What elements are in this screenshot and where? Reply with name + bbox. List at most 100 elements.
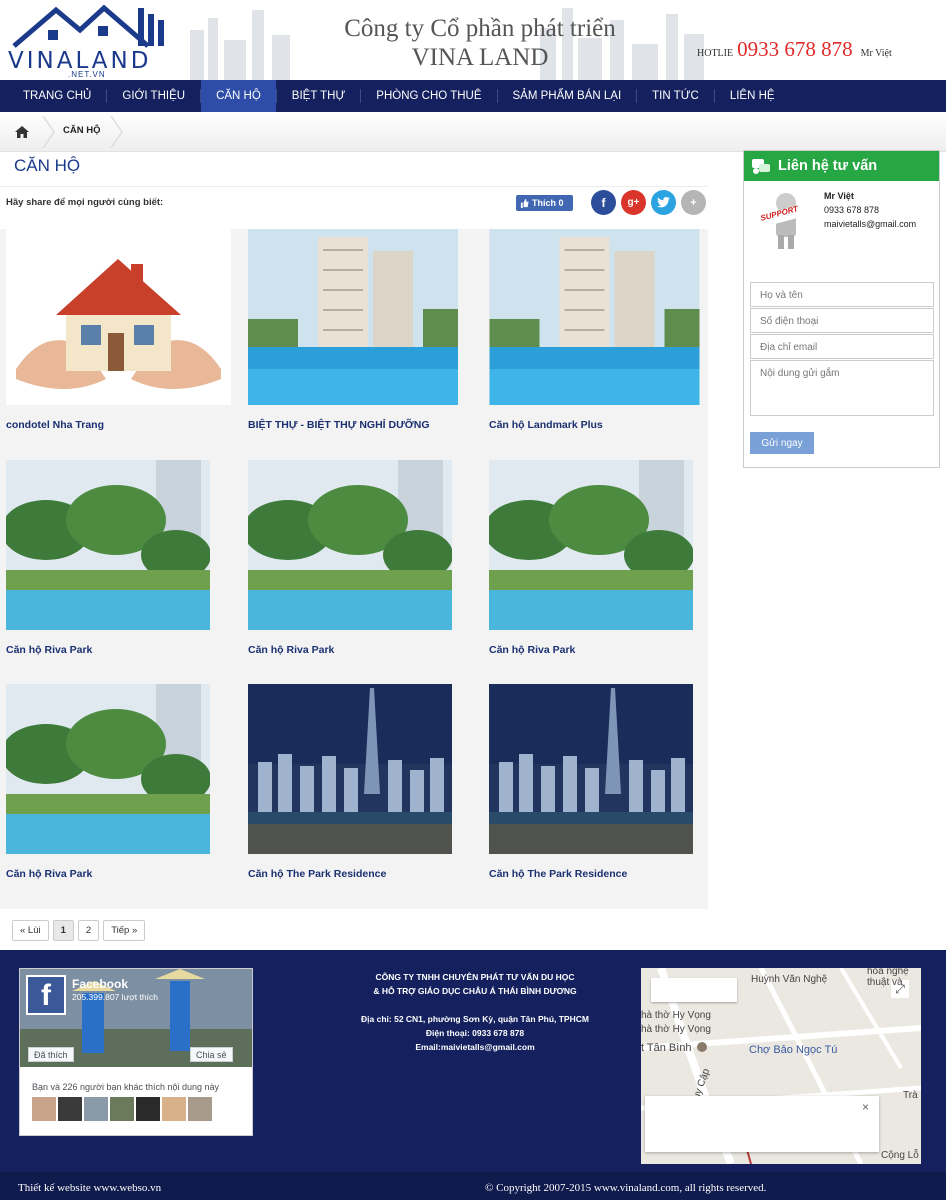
product-title[interactable]: Căn hộ Riva Park (6, 868, 210, 884)
contact-phone[interactable]: 0933 678 878 (824, 203, 916, 217)
share-prompt: Hãy share để mọi người cùng biết: (6, 197, 164, 208)
product-title[interactable]: Căn hộ Riva Park (489, 644, 693, 660)
product-card[interactable]: Căn hộ Riva Park (6, 684, 210, 884)
product-image-pool-tower[interactable] (489, 229, 700, 405)
map-label: Trà (903, 1090, 918, 1101)
nav-item-villas[interactable]: BIỆT THỰ (277, 80, 361, 112)
site-header: VINALAND .NET.VN Công ty Cổ phần phát tr… (0, 0, 946, 80)
map-pin-icon[interactable] (697, 1042, 707, 1052)
product-title[interactable]: Căn hộ The Park Residence (489, 868, 693, 884)
contact-name: Mr Việt (824, 191, 854, 201)
sidebar-header: Liên hệ tư vấn (744, 151, 939, 181)
close-icon[interactable]: × (862, 1100, 869, 1114)
facebook-page-name[interactable]: Facebook (72, 977, 128, 991)
product-title[interactable]: condotel Nha Trang (6, 419, 231, 435)
google-plus-share-icon[interactable]: g+ (621, 190, 646, 215)
nav-item-about[interactable]: GIỚI THIỆU (107, 80, 200, 112)
product-card[interactable]: Căn hộ Riva Park (6, 460, 210, 660)
product-title[interactable]: BIỆT THỰ - BIỆT THỰ NGHỈ DƯỠNG (248, 419, 458, 435)
avatar[interactable] (32, 1097, 56, 1121)
product-card[interactable]: Căn hộ The Park Residence (248, 684, 452, 884)
facebook-share-icon[interactable]: f (591, 190, 616, 215)
product-title[interactable]: Căn hộ Riva Park (6, 644, 210, 660)
product-image-pool-tower[interactable] (248, 229, 458, 405)
company-name-line2: VINA LAND (411, 44, 549, 71)
more-share-icon[interactable]: + (681, 190, 706, 215)
name-field[interactable]: Họ và tên (750, 282, 934, 307)
nav-item-news[interactable]: TIN TỨC (637, 80, 714, 112)
hotline-label: HOTLIE (697, 48, 734, 59)
logo-domain: .NET.VN (68, 70, 106, 79)
twitter-share-icon[interactable] (651, 190, 676, 215)
site-footer: f Facebook 205.399.807 lượt thích Đã thí… (0, 950, 946, 1172)
product-card[interactable]: Căn hộ The Park Residence (489, 684, 693, 884)
product-card[interactable]: BIỆT THỰ - BIỆT THỰ NGHỈ DƯỠNG (248, 229, 458, 435)
product-image-night-skyline[interactable] (248, 684, 452, 854)
product-image-palm-pool[interactable] (248, 460, 452, 630)
designer-credit[interactable]: Thiết kế website www.webso.vn (18, 1182, 161, 1194)
map-label: Cộng Lỗ (881, 1150, 919, 1161)
hotline-number[interactable]: 0933 678 878 (737, 37, 853, 61)
email-field[interactable]: Địa chỉ email (750, 334, 934, 359)
product-image-palm-pool[interactable] (6, 460, 210, 630)
home-icon[interactable] (14, 124, 30, 140)
facebook-share-button[interactable]: Chia sẻ (190, 1047, 233, 1062)
product-card[interactable]: Căn hộ Riva Park (248, 460, 452, 660)
nav-item-apartments[interactable]: CĂN HỘ (201, 80, 276, 112)
product-title[interactable]: Căn hộ The Park Residence (248, 868, 452, 884)
map-label: Huỳnh Văn Nghệ (751, 974, 828, 985)
nav-item-contact[interactable]: LIÊN HỆ (715, 80, 790, 112)
facebook-liked-button[interactable]: Đã thích (28, 1047, 74, 1062)
contact-email[interactable]: maivietalls@gmail.com (824, 217, 916, 231)
product-title[interactable]: Căn hộ Landmark Plus (489, 419, 700, 435)
avatar[interactable] (110, 1097, 134, 1121)
avatar[interactable] (162, 1097, 186, 1121)
location-map[interactable]: ⤢ Huỳnh Văn Nghệ hòa nghệ thuật và hà th… (641, 968, 921, 1164)
product-card[interactable]: Căn hộ Riva Park (489, 460, 693, 660)
footer-company-line1: CÔNG TY TNHH CHUYÊN PHÁT TƯ VẤN DU HỌC (375, 972, 575, 982)
avatar[interactable] (136, 1097, 160, 1121)
map-label: hà thờ Hy Vọng (641, 1024, 711, 1035)
submit-button[interactable]: Gửi ngay (750, 432, 814, 454)
hotline-person: Mr Việt (860, 48, 892, 59)
phone-field[interactable]: Số điện thoại (750, 308, 934, 333)
sidebar-title: Liên hệ tư vấn (778, 158, 878, 174)
message-field[interactable]: Nội dung gửi gắm (750, 360, 934, 416)
breadcrumb-separator-icon (42, 116, 55, 148)
breadcrumb-current: CĂN HỘ (63, 125, 101, 136)
avatar[interactable] (84, 1097, 108, 1121)
pager-prev[interactable]: « Lùi (12, 920, 49, 941)
facebook-logo-icon: f (26, 975, 66, 1015)
footer-company-line2: & HỖ TRỢ GIÁO DỤC CHÂU Á THÁI BÌNH DƯƠNG (373, 986, 577, 996)
facebook-like-button[interactable]: Thích 0 (516, 195, 573, 211)
pager-next[interactable]: Tiếp » (103, 920, 146, 941)
facebook-friends-text: Bạn và 226 người bạn khác thích nội dung… (32, 1082, 220, 1092)
product-card[interactable]: Căn hộ Landmark Plus (489, 229, 700, 435)
avatar[interactable] (188, 1097, 212, 1121)
pager-page-1[interactable]: 1 (52, 920, 74, 941)
nav-item-home[interactable]: TRANG CHỦ (8, 80, 106, 112)
like-label: Thích 0 (532, 198, 564, 208)
map-label: hòa nghệ thuật và (867, 968, 909, 988)
nav-item-resale[interactable]: SẢM PHẨM BÁN LẠI (498, 80, 637, 112)
company-info: CÔNG TY TNHH CHUYÊN PHÁT TƯ VẤN DU HỌC &… (300, 970, 650, 1054)
support-avatar: SUPPORT (756, 189, 816, 251)
facebook-widget[interactable]: f Facebook 205.399.807 lượt thích Đã thí… (19, 968, 253, 1136)
pagination: « Lùi 1 2 Tiếp » (12, 920, 146, 941)
avatar[interactable] (58, 1097, 82, 1121)
pager-page-2[interactable]: 2 (77, 920, 100, 941)
product-image-palm-pool[interactable] (6, 684, 210, 854)
map-info-popup: × (645, 1096, 879, 1152)
consult-sidebar: Liên hệ tư vấn SUPPORT Mr Việt 0933 678 … (743, 150, 940, 468)
map-controls[interactable] (651, 978, 737, 1002)
facebook-friend-avatars (32, 1097, 212, 1121)
product-image-night-skyline[interactable] (489, 684, 693, 854)
company-name-line1: Công ty Cổ phần phát triển (344, 15, 616, 42)
site-logo[interactable]: VINALAND .NET.VN (8, 4, 173, 79)
product-title[interactable]: Căn hộ Riva Park (248, 644, 452, 660)
nav-item-rentals[interactable]: PHÒNG CHO THUÊ (361, 80, 496, 112)
map-label: t Tân Bình (641, 1042, 692, 1054)
product-card[interactable]: condotel Nha Trang (6, 229, 231, 435)
product-image-palm-pool[interactable] (489, 460, 693, 630)
product-image-house-in-hands[interactable] (6, 229, 231, 405)
